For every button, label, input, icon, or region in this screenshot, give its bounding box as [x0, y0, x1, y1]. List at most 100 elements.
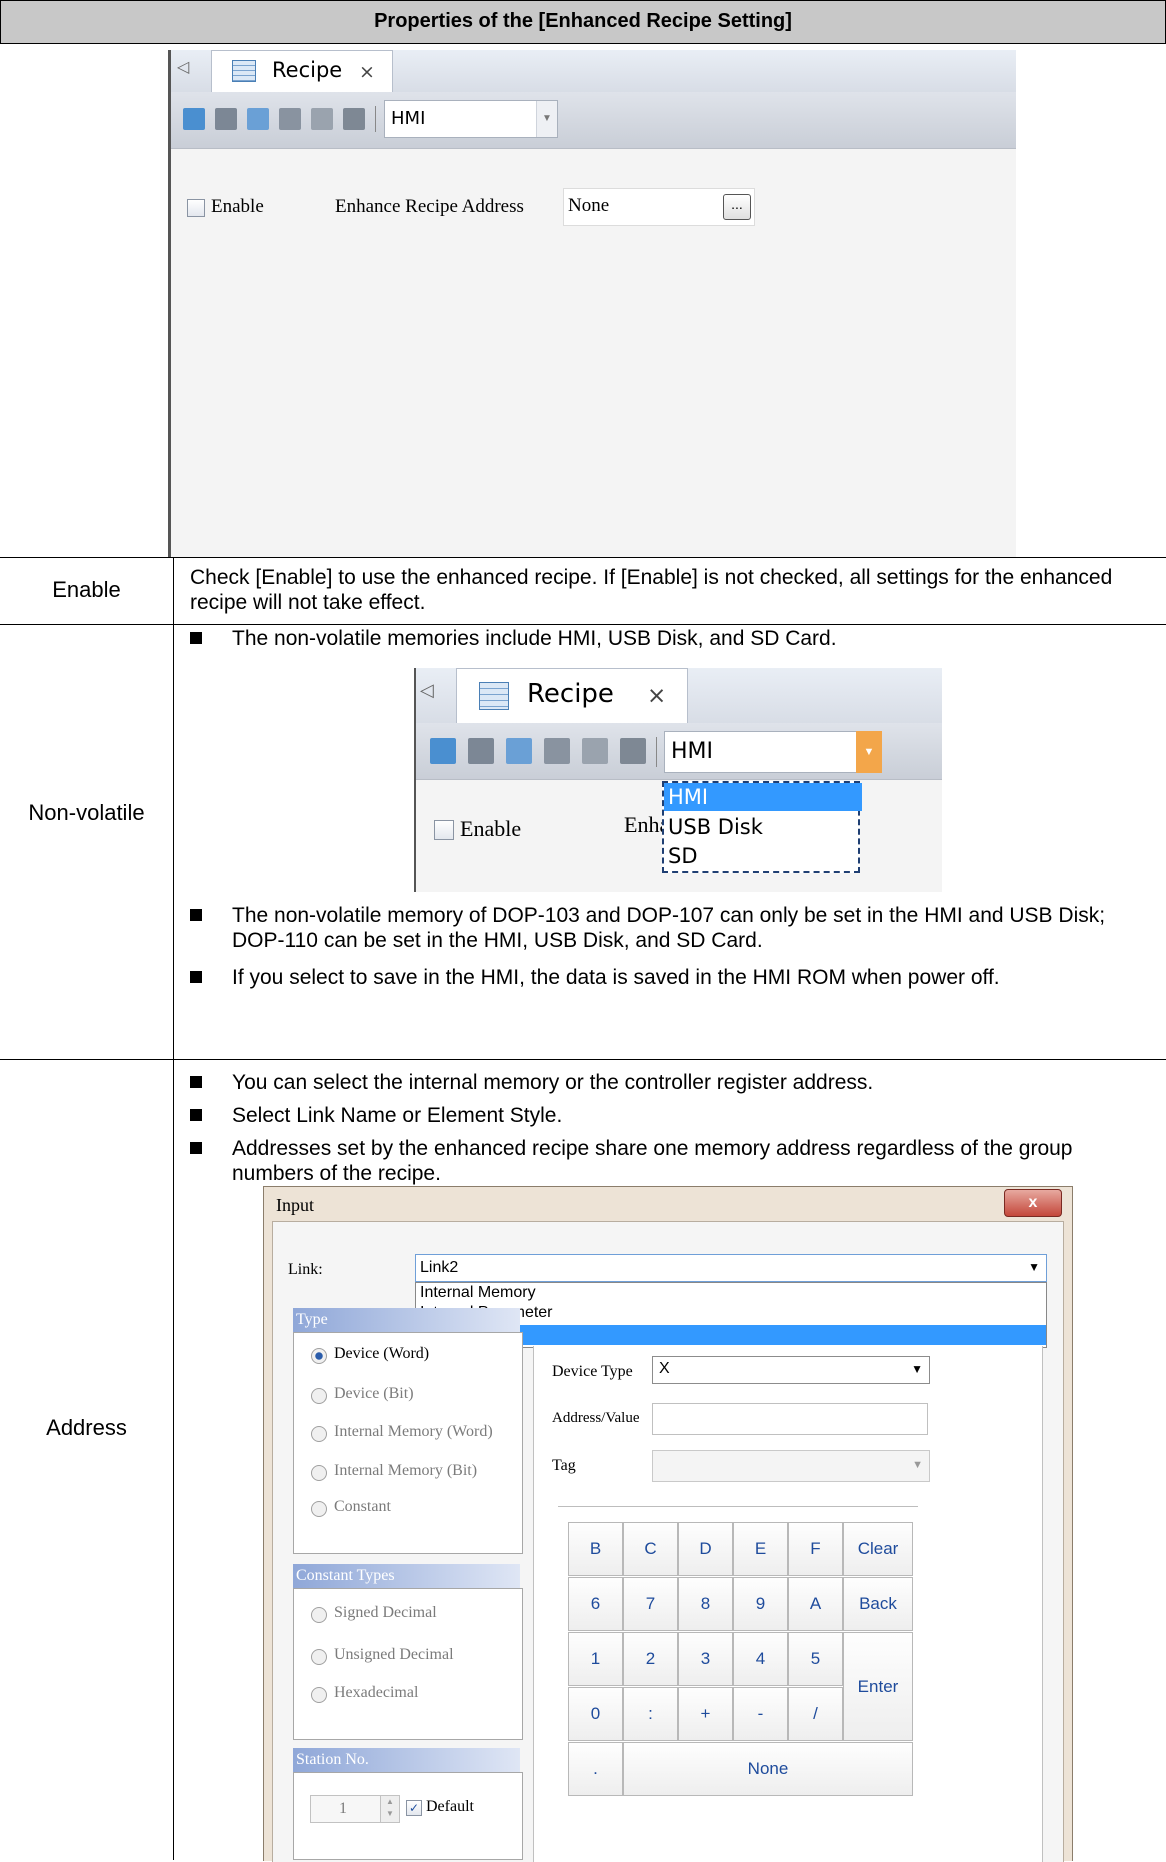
station-group-header: Station No. — [293, 1748, 520, 1772]
key-plus[interactable]: + — [678, 1687, 733, 1741]
tag-dropdown[interactable]: ▼ — [652, 1450, 930, 1482]
export-icon[interactable] — [544, 738, 570, 764]
export-icon[interactable] — [279, 108, 301, 130]
radio-device-bit[interactable] — [311, 1388, 327, 1404]
address-value: None — [568, 195, 610, 216]
address-value-input[interactable] — [652, 1403, 928, 1435]
radio-internal-bit[interactable] — [311, 1465, 327, 1481]
key-d[interactable]: D — [678, 1522, 733, 1576]
default-checkbox[interactable]: ✓ — [406, 1800, 422, 1816]
default-label: Default — [426, 1798, 474, 1815]
key-minus[interactable]: - — [733, 1687, 788, 1741]
back-button[interactable]: Back — [843, 1577, 913, 1631]
address-pane: Device Type X ▼ Address/Value Tag ▼ B C … — [533, 1346, 1043, 1862]
radio-internal-word[interactable] — [311, 1426, 327, 1442]
import-icon[interactable] — [247, 108, 269, 130]
storage-option-sd[interactable]: SD — [664, 842, 698, 870]
station-number-input[interactable]: 1 — [310, 1795, 382, 1823]
bullet-text: If you select to save in the HMI, the da… — [232, 966, 1000, 989]
import-icon[interactable] — [506, 738, 532, 764]
toolbar-separator — [375, 106, 376, 132]
type-option-label: Constant — [334, 1498, 391, 1515]
close-icon[interactable]: x — [1004, 1189, 1062, 1217]
close-icon[interactable]: × — [647, 683, 666, 709]
nonvolatile-bullet-1: The non-volatile memories include HMI, U… — [190, 626, 1150, 651]
storage-value: HMI — [391, 108, 426, 129]
key-5[interactable]: 5 — [788, 1632, 843, 1686]
radio-signed-decimal[interactable] — [311, 1607, 327, 1623]
enable-description: Check [Enable] to use the enhanced recip… — [190, 566, 1113, 614]
tab-recipe[interactable]: Recipe × — [211, 50, 393, 93]
browse-button[interactable]: ... — [723, 194, 751, 220]
key-b[interactable]: B — [568, 1522, 623, 1576]
enter-button[interactable]: Enter — [843, 1632, 913, 1741]
bullet-text: Select Link Name or Element Style. — [232, 1104, 563, 1127]
storage-dropdown[interactable]: HMI — [664, 731, 858, 773]
key-4[interactable]: 4 — [733, 1632, 788, 1686]
key-f[interactable]: F — [788, 1522, 843, 1576]
storage-option-usb[interactable]: USB Disk — [664, 813, 763, 841]
edit-icon[interactable] — [343, 108, 365, 130]
link-dropdown[interactable]: Link2 ▼ — [415, 1254, 1047, 1282]
bullet-text: The non-volatile memory of DOP-103 and D… — [232, 904, 1106, 952]
fill-icon[interactable] — [311, 108, 333, 130]
constant-option-label: Hexadecimal — [334, 1684, 419, 1701]
tab-bar: ◁ Recipe × — [416, 668, 942, 724]
key-c[interactable]: C — [623, 1522, 678, 1576]
link-option-internal-memory[interactable]: Internal Memory — [420, 1284, 536, 1302]
table-column-divider — [173, 557, 174, 1860]
storage-option-hmi[interactable]: HMI — [664, 783, 862, 811]
none-button[interactable]: None — [623, 1742, 913, 1796]
key-3[interactable]: 3 — [678, 1632, 733, 1686]
enable-checkbox[interactable] — [434, 820, 454, 840]
nonvolatile-bullet-3: If you select to save in the HMI, the da… — [190, 965, 1150, 990]
input-dialog: Input x Link: Link2 ▼ Internal Memory In… — [263, 1186, 1073, 1862]
constant-group: Signed Decimal Unsigned Decimal Hexadeci… — [293, 1588, 523, 1740]
clear-button[interactable]: Clear — [843, 1522, 913, 1576]
chevron-down-icon[interactable]: ▼ — [856, 731, 882, 773]
table-border-left — [0, 0, 1, 43]
link-value: Link2 — [420, 1259, 459, 1276]
table-divider — [0, 43, 1166, 44]
separator — [558, 1506, 918, 1507]
constant-option-label: Signed Decimal — [334, 1604, 437, 1621]
table-divider — [0, 557, 1166, 558]
key-8[interactable]: 8 — [678, 1577, 733, 1631]
edit-icon[interactable] — [620, 738, 646, 764]
device-type-label: Device Type — [552, 1363, 633, 1380]
key-slash[interactable]: / — [788, 1687, 843, 1741]
device-type-dropdown[interactable]: X ▼ — [652, 1356, 930, 1384]
radio-constant[interactable] — [311, 1501, 327, 1517]
key-e[interactable]: E — [733, 1522, 788, 1576]
chevron-down-icon: ▼ — [911, 1362, 923, 1376]
key-9[interactable]: 9 — [733, 1577, 788, 1631]
recipe-panel: ◁ Recipe × HMI ▼ Enable Enhance Recipe A… — [168, 50, 1016, 557]
recipe-panel-dropdown-example: ◁ Recipe × HMI ▼ Enable Enhanc HMI USB D… — [414, 668, 942, 892]
key-a[interactable]: A — [788, 1577, 843, 1631]
tab-scroll-left-icon[interactable]: ◁ — [420, 680, 434, 701]
add-recipe-icon[interactable] — [183, 108, 205, 130]
storage-options-list: HMI USB Disk SD — [662, 781, 862, 873]
tab-scroll-left-icon[interactable]: ◁ — [177, 57, 189, 77]
spinner-arrows-icon[interactable]: ▲ ▼ — [380, 1795, 400, 1823]
key-colon[interactable]: : — [623, 1687, 678, 1741]
fill-icon[interactable] — [582, 738, 608, 764]
delete-recipe-icon[interactable] — [215, 108, 237, 130]
key-7[interactable]: 7 — [623, 1577, 678, 1631]
radio-device-word[interactable] — [311, 1348, 327, 1364]
key-6[interactable]: 6 — [568, 1577, 623, 1631]
enable-checkbox[interactable] — [187, 199, 205, 217]
key-1[interactable]: 1 — [568, 1632, 623, 1686]
close-icon[interactable]: × — [359, 61, 375, 83]
key-2[interactable]: 2 — [623, 1632, 678, 1686]
key-0[interactable]: 0 — [568, 1687, 623, 1741]
tab-bar: ◁ Recipe × — [171, 50, 1016, 93]
radio-unsigned-decimal[interactable] — [311, 1649, 327, 1665]
key-dot[interactable]: . — [568, 1742, 623, 1796]
radio-hexadecimal[interactable] — [311, 1687, 327, 1703]
tab-recipe[interactable]: Recipe × — [456, 668, 688, 724]
type-option-label: Device (Word) — [334, 1345, 430, 1362]
delete-recipe-icon[interactable] — [468, 738, 494, 764]
add-recipe-icon[interactable] — [430, 738, 456, 764]
storage-dropdown[interactable]: HMI ▼ — [384, 100, 558, 138]
